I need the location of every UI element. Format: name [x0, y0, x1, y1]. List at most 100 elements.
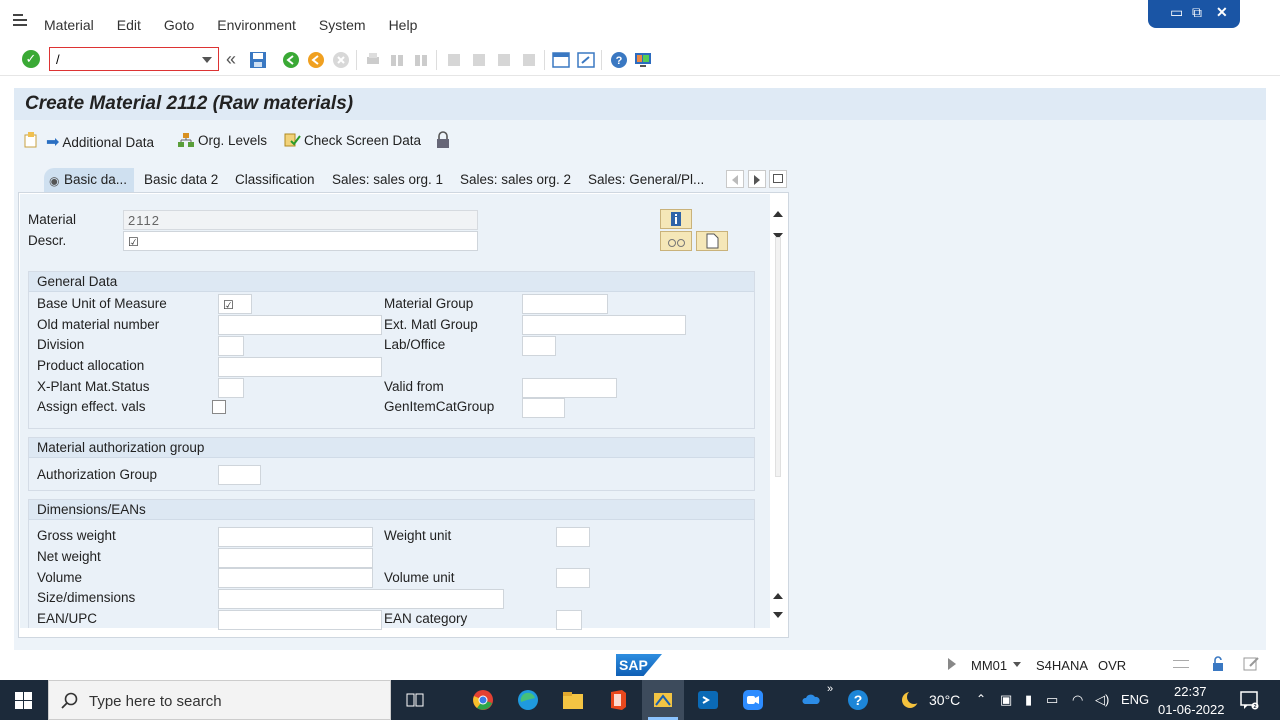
material-group-field[interactable] [522, 294, 608, 314]
shortcut-icon[interactable] [577, 51, 595, 69]
close-icon[interactable]: ✕ [1216, 4, 1228, 21]
old-material-field[interactable] [218, 315, 382, 335]
authorization-group-field[interactable] [218, 465, 261, 485]
edge-icon[interactable] [517, 689, 539, 711]
tab-scroll-left-button[interactable] [726, 170, 744, 188]
print-icon[interactable] [364, 51, 382, 69]
tab-basic-data-1[interactable]: ◉ Basic da... [44, 168, 134, 192]
vs-code-icon[interactable] [697, 689, 719, 711]
network-adapter-icon[interactable]: ▣ [1000, 692, 1012, 708]
back-icon[interactable] [282, 51, 300, 69]
base-uom-field[interactable]: ☑ [218, 294, 252, 314]
product-allocation-field[interactable] [218, 357, 382, 377]
maximize-icon[interactable]: ⧉ [1192, 4, 1202, 21]
new-session-icon[interactable] [552, 51, 570, 69]
tab-basic-data-2[interactable]: Basic data 2 [138, 168, 224, 192]
next-page-icon[interactable] [495, 51, 513, 69]
minimize-icon[interactable]: ▭ [1170, 4, 1183, 21]
file-explorer-icon[interactable] [562, 690, 584, 710]
volume-unit-field[interactable] [556, 568, 590, 588]
insert-mode[interactable]: OVR [1098, 658, 1126, 673]
menu-edit[interactable]: Edit [117, 17, 141, 33]
chrome-icon[interactable] [472, 689, 494, 711]
menu-material[interactable]: Material [44, 17, 94, 33]
tray-overflow-icon[interactable]: » [827, 683, 833, 695]
edit-icon[interactable] [1243, 656, 1261, 672]
scroll-up-icon[interactable] [773, 211, 783, 217]
windows-start-icon[interactable] [15, 692, 32, 709]
gross-weight-field[interactable] [218, 527, 373, 547]
last-page-icon[interactable] [520, 51, 538, 69]
help-icon[interactable]: ? [610, 51, 628, 69]
cancel-icon[interactable] [332, 51, 350, 69]
description-field[interactable]: ☑ [123, 231, 478, 251]
customize-layout-icon[interactable] [634, 51, 652, 69]
vertical-scrollbar[interactable] [771, 203, 785, 623]
weather-temperature[interactable]: 30°C [929, 692, 960, 708]
command-field[interactable] [49, 47, 219, 71]
info-icon[interactable] [660, 209, 692, 229]
assign-effect-checkbox[interactable] [212, 400, 226, 414]
volume-icon[interactable]: ◁) [1095, 692, 1109, 708]
tab-sales-org-2[interactable]: Sales: sales org. 2 [454, 168, 577, 192]
scroll-track[interactable] [775, 237, 781, 477]
save-icon[interactable] [249, 51, 267, 69]
clock-time[interactable]: 22:37 [1174, 684, 1207, 699]
org-levels-button[interactable]: Org. Levels [177, 132, 267, 148]
tab-sales-general[interactable]: Sales: General/Pl... [582, 168, 710, 192]
exit-icon[interactable] [307, 51, 325, 69]
xplant-status-field[interactable] [218, 378, 244, 398]
tab-list-button[interactable] [769, 170, 787, 188]
tab-sales-org-1[interactable]: Sales: sales org. 1 [326, 168, 449, 192]
tab-scroll-right-button[interactable] [748, 170, 766, 188]
tab-classification[interactable]: Classification [229, 168, 321, 192]
sap-logon-taskbar-button[interactable] [642, 680, 684, 720]
ean-upc-field[interactable] [218, 610, 382, 630]
language-indicator[interactable]: ENG [1121, 692, 1149, 707]
transaction-code[interactable]: MM01 [971, 658, 1007, 673]
ext-matl-group-field[interactable] [522, 315, 686, 335]
lab-office-field[interactable] [522, 336, 556, 356]
net-weight-field[interactable] [218, 548, 373, 568]
find-icon[interactable] [388, 51, 406, 69]
command-input[interactable] [56, 49, 201, 69]
other-material-icon[interactable] [22, 130, 40, 148]
wifi-icon[interactable]: ◠ [1072, 692, 1083, 708]
additional-data-button[interactable]: ➡ Additional Data [46, 132, 154, 152]
chevron-down-icon[interactable] [202, 57, 212, 63]
help-circle-icon[interactable]: ? [847, 689, 869, 711]
usb-icon[interactable]: ▮ [1025, 692, 1032, 708]
glasses-icon[interactable] [660, 231, 692, 251]
check-screen-data-button[interactable]: Check Screen Data [283, 132, 421, 148]
onedrive-icon[interactable] [802, 692, 820, 706]
weather-moon-icon[interactable] [900, 690, 920, 710]
taskbar-search[interactable]: Type here to search [48, 680, 391, 720]
size-dimensions-field[interactable] [218, 589, 504, 609]
division-field[interactable] [218, 336, 244, 356]
scroll-down-bottom-icon[interactable] [773, 612, 783, 618]
chevron-down-icon[interactable] [1013, 662, 1021, 667]
notifications-icon[interactable]: 2 [1239, 690, 1259, 710]
lock-icon[interactable] [435, 131, 451, 149]
zoom-icon[interactable] [742, 689, 764, 711]
menu-environment[interactable]: Environment [217, 17, 296, 33]
valid-from-field[interactable] [522, 378, 617, 398]
scroll-up-bottom-icon[interactable] [773, 593, 783, 599]
collapse-icon[interactable]: « [226, 49, 244, 69]
task-view-icon[interactable] [406, 691, 424, 709]
clock-date[interactable]: 01-06-2022 [1158, 702, 1225, 717]
weight-unit-field[interactable] [556, 527, 590, 547]
status-expand-icon[interactable] [948, 658, 956, 670]
chevron-up-icon[interactable]: ⌃ [976, 692, 986, 706]
previous-page-icon[interactable] [470, 51, 488, 69]
menu-help[interactable]: Help [389, 17, 418, 33]
volume-field[interactable] [218, 568, 373, 588]
menu-goto[interactable]: Goto [164, 17, 194, 33]
ean-category-field[interactable] [556, 610, 582, 630]
gen-item-cat-group-field[interactable] [522, 398, 565, 418]
find-next-icon[interactable] [412, 51, 430, 69]
menu-system[interactable]: System [319, 17, 366, 33]
enter-icon[interactable]: ✓ [22, 50, 40, 68]
first-page-icon[interactable] [445, 51, 463, 69]
sap-menu-icon[interactable] [13, 14, 29, 28]
